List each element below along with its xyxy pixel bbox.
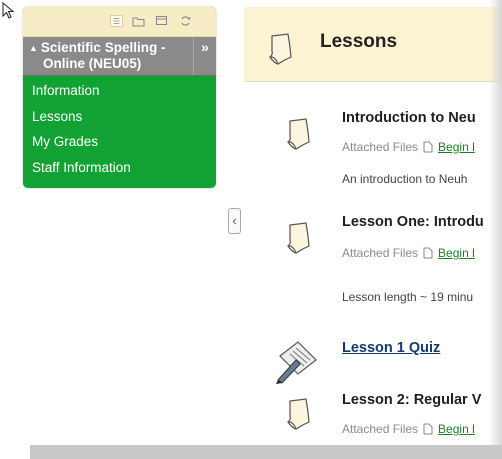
collapse-left-icon: ‹ [232, 213, 237, 228]
mouse-cursor-icon [2, 2, 15, 19]
document-icon [269, 33, 292, 65]
refresh-icon[interactable] [179, 15, 192, 27]
item-title[interactable]: Lesson One: Introdu [342, 214, 484, 230]
menu-link-my-grades[interactable]: My Grades [23, 129, 216, 155]
expand-menu-button[interactable]: » [193, 37, 216, 75]
document-icon [287, 118, 310, 150]
document-icon [287, 398, 310, 430]
window-view-icon[interactable] [155, 15, 168, 27]
item-description: An introduction to Neuh [342, 172, 468, 186]
menu-link-staff-information[interactable]: Staff Information [23, 155, 216, 181]
course-title-line2: Online (NEU05) [43, 56, 142, 71]
file-link[interactable]: Begin l [438, 422, 475, 436]
course-title[interactable]: ▲ Scientific Spelling - Online (NEU05) » [23, 37, 216, 76]
collapse-up-icon: ▲ [29, 43, 38, 53]
document-icon [287, 222, 310, 254]
course-menu: ▲ Scientific Spelling - Online (NEU05) » … [23, 7, 216, 188]
menu-toolbar [23, 7, 216, 37]
page-header: Lessons [244, 7, 502, 82]
file-icon [423, 423, 433, 435]
collapse-menu-button[interactable]: ‹ [228, 208, 241, 234]
folder-view-icon[interactable] [132, 15, 145, 27]
item-description: Lesson length ~ 19 minu [342, 290, 474, 304]
attached-files: Attached Files Begin l [342, 246, 475, 260]
menu-link-lessons[interactable]: Lessons [23, 104, 216, 130]
attached-files: Attached Files Begin l [342, 140, 475, 154]
attached-files: Attached Files Begin l [342, 422, 475, 436]
course-menu-links: Information Lessons My Grades Staff Info… [23, 76, 216, 180]
item-title[interactable]: Lesson 2: Regular V [342, 392, 481, 408]
page-title: Lessons [320, 31, 398, 52]
menu-link-information[interactable]: Information [23, 78, 216, 104]
horizontal-scrollbar[interactable] [30, 445, 502, 459]
attached-files-label: Attached Files [342, 246, 419, 260]
quiz-pencil-icon [276, 341, 317, 384]
attached-files-label: Attached Files [342, 140, 419, 154]
course-title-line1: Scientific Spelling - [40, 40, 166, 55]
file-link[interactable]: Begin l [438, 140, 475, 154]
file-icon [423, 247, 433, 259]
file-icon [423, 141, 433, 153]
quiz-title-link[interactable]: Lesson 1 Quiz [342, 340, 440, 356]
content-area: Lessons Introduction to Neu Attached Fil… [244, 0, 502, 459]
list-view-icon[interactable] [110, 15, 123, 27]
file-link[interactable]: Begin l [438, 246, 475, 260]
attached-files-label: Attached Files [342, 422, 419, 436]
item-title[interactable]: Introduction to Neu [342, 110, 476, 126]
window-edge-shadow [489, 0, 502, 459]
